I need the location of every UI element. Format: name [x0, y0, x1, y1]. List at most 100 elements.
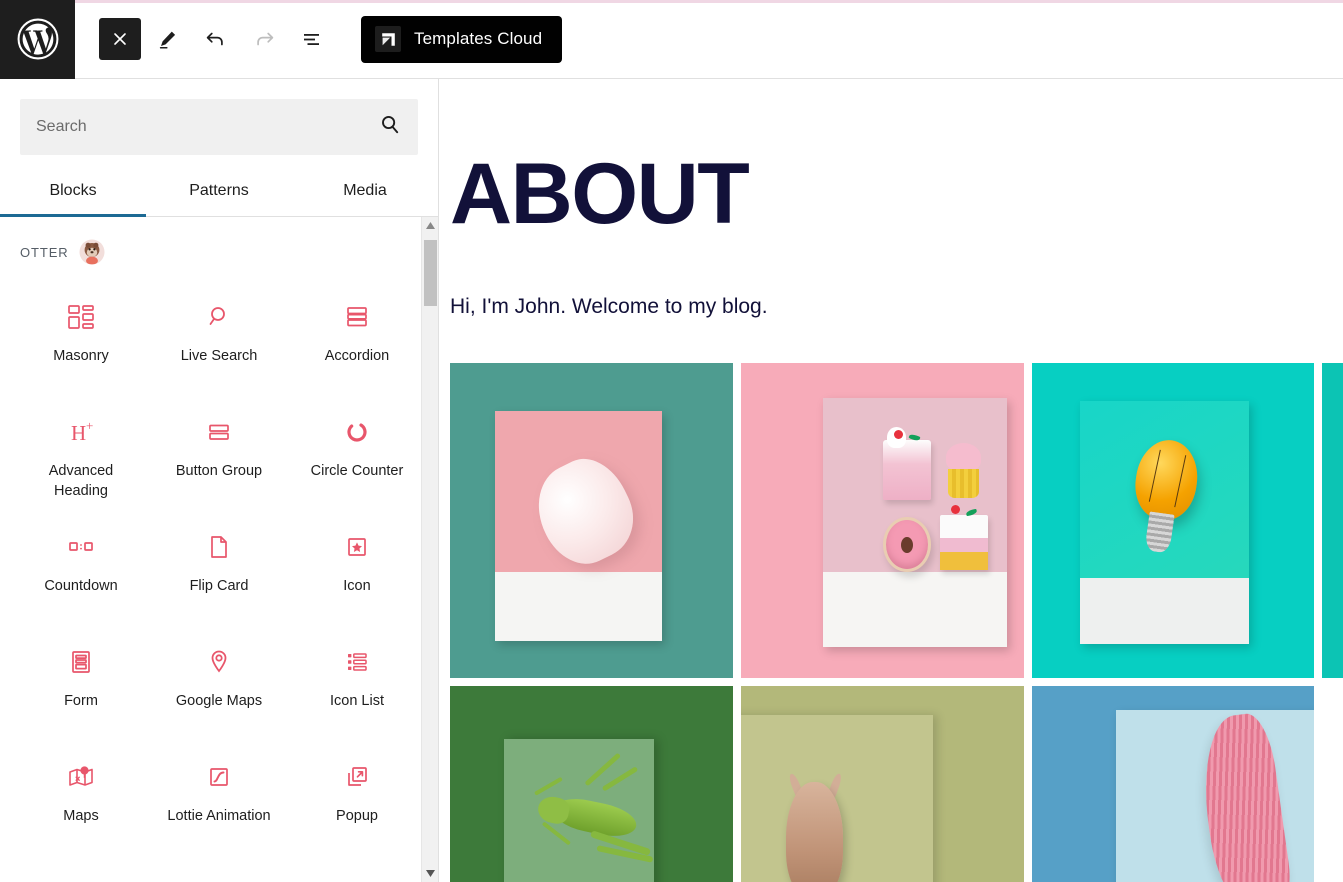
undo-arrow-icon — [203, 26, 229, 52]
tab-media-label: Media — [343, 181, 387, 199]
tab-blocks-label: Blocks — [49, 181, 97, 199]
category-header-otter[interactable]: OTTER — [0, 217, 438, 269]
block-item-flip-card[interactable]: Flip Card — [150, 513, 288, 628]
masonry-icon — [65, 297, 97, 337]
google-maps-pin-icon — [203, 642, 235, 682]
block-label: Accordion — [324, 348, 390, 364]
pencil-icon — [156, 27, 180, 51]
list-view-button[interactable] — [291, 18, 333, 60]
wordpress-logo-icon — [16, 17, 60, 61]
photo-card — [1079, 401, 1250, 644]
tab-patterns[interactable]: Patterns — [146, 165, 292, 216]
block-label: Button Group — [175, 463, 263, 479]
post-content: ABOUT Hi, I'm John. Welcome to my blog. — [440, 79, 1343, 882]
button-group-icon — [203, 412, 235, 452]
icon-block-icon — [341, 527, 373, 567]
block-item-masonry[interactable]: Masonry — [12, 283, 150, 398]
undo-button[interactable] — [195, 18, 237, 60]
form-icon — [65, 642, 97, 682]
block-item-form[interactable]: Form — [12, 628, 150, 743]
search-box[interactable] — [20, 99, 418, 155]
block-label: Flip Card — [189, 578, 249, 595]
bulb-screw-base — [1144, 511, 1176, 554]
rose-quartz-stone — [522, 446, 648, 578]
accordion-icon — [341, 297, 373, 337]
block-label: Maps — [63, 808, 99, 825]
blocks-scroll-region[interactable]: OTTER Masonry Live Search Accordion H + … — [0, 217, 438, 882]
photo-desserts — [740, 363, 1024, 679]
scroll-down-arrow-icon[interactable] — [422, 865, 438, 882]
maps-icon — [65, 757, 97, 797]
photo-yellow-card — [1322, 363, 1343, 679]
card-white-band — [495, 571, 663, 641]
block-item-advanced-heading[interactable]: H + Advanced Heading — [12, 398, 150, 513]
redo-button[interactable] — [243, 18, 285, 60]
search-section — [0, 79, 438, 155]
page-title[interactable]: ABOUT — [450, 151, 1343, 237]
cake-pink-layer — [940, 538, 989, 553]
gallery-image-rose-quartz[interactable] — [450, 363, 733, 679]
blocks-grid: Masonry Live Search Accordion H + Advanc… — [0, 269, 438, 858]
photo-card — [822, 398, 1007, 647]
photo-grasshopper — [450, 686, 733, 882]
block-item-button-group[interactable]: Button Group — [150, 398, 288, 513]
circle-counter-icon — [341, 412, 373, 452]
top-accent-line — [75, 0, 1343, 3]
block-item-icon-list[interactable]: Icon List — [288, 628, 426, 743]
photo-card — [495, 410, 663, 641]
block-label: Google Maps — [175, 693, 263, 710]
tab-media[interactable]: Media — [292, 165, 438, 216]
tab-blocks[interactable]: Blocks — [0, 165, 146, 217]
block-label: Countdown — [44, 578, 118, 595]
block-item-lottie-animation[interactable]: Lottie Animation — [150, 743, 288, 858]
search-input[interactable] — [20, 99, 418, 155]
gallery-image-yellow-card[interactable] — [1322, 363, 1343, 679]
photo-goat-head — [740, 686, 1024, 882]
block-item-accordion[interactable]: Accordion — [288, 283, 426, 398]
flip-card-icon — [203, 527, 235, 567]
cupcake — [944, 442, 983, 498]
photo-rose-quartz — [450, 363, 733, 679]
gallery-image-grasshopper[interactable] — [450, 686, 733, 882]
gallery-image-desserts[interactable] — [740, 363, 1024, 679]
lottie-animation-icon — [203, 757, 235, 797]
block-inserter-sidebar: Blocks Patterns Media OTTER — [0, 79, 439, 882]
wordpress-logo-button[interactable] — [0, 0, 75, 79]
page-intro-paragraph[interactable]: Hi, I'm John. Welcome to my blog. — [450, 292, 1343, 321]
close-inserter-button[interactable] — [99, 18, 141, 60]
edit-tool-button[interactable] — [147, 18, 189, 60]
sidebar-scrollbar[interactable] — [421, 217, 438, 882]
icon-list-icon — [341, 642, 373, 682]
otter-avatar-icon — [79, 239, 105, 265]
block-item-popup[interactable]: Popup — [288, 743, 426, 858]
block-item-live-search[interactable]: Live Search — [150, 283, 288, 398]
block-label: Live Search — [180, 348, 258, 364]
templates-cloud-button[interactable]: Templates Cloud — [361, 15, 563, 63]
gallery-image-lightbulb[interactable] — [1031, 363, 1315, 679]
gallery-image-goat-head[interactable] — [740, 686, 1024, 882]
scroll-up-arrow-icon[interactable] — [422, 217, 438, 234]
tab-patterns-label: Patterns — [189, 181, 249, 199]
countdown-icon — [65, 527, 97, 567]
block-item-countdown[interactable]: Countdown — [12, 513, 150, 628]
cake-slice — [883, 427, 932, 501]
popup-icon — [341, 757, 373, 797]
redo-arrow-icon — [251, 26, 277, 52]
block-item-circle-counter[interactable]: Circle Counter — [288, 398, 426, 513]
svg-text:H: H — [71, 421, 86, 445]
scrollbar-thumb[interactable] — [424, 240, 437, 306]
list-view-icon — [299, 26, 325, 52]
editor-canvas[interactable]: ABOUT Hi, I'm John. Welcome to my blog. — [440, 79, 1343, 882]
gallery-image-flamingo[interactable] — [1031, 686, 1315, 882]
block-label: Icon List — [330, 693, 384, 710]
image-gallery-block[interactable] — [450, 363, 1343, 882]
block-label: Advanced Heading — [48, 463, 114, 499]
inserter-tabs: Blocks Patterns Media — [0, 165, 438, 217]
block-item-icon[interactable]: Icon — [288, 513, 426, 628]
cupcake-wrapper — [947, 469, 979, 498]
cake-yellow-layer — [940, 552, 989, 570]
photo-flamingo — [1031, 686, 1315, 882]
layered-mini-cake — [940, 514, 989, 570]
block-item-google-maps[interactable]: Google Maps — [150, 628, 288, 743]
block-item-maps[interactable]: Maps — [12, 743, 150, 858]
